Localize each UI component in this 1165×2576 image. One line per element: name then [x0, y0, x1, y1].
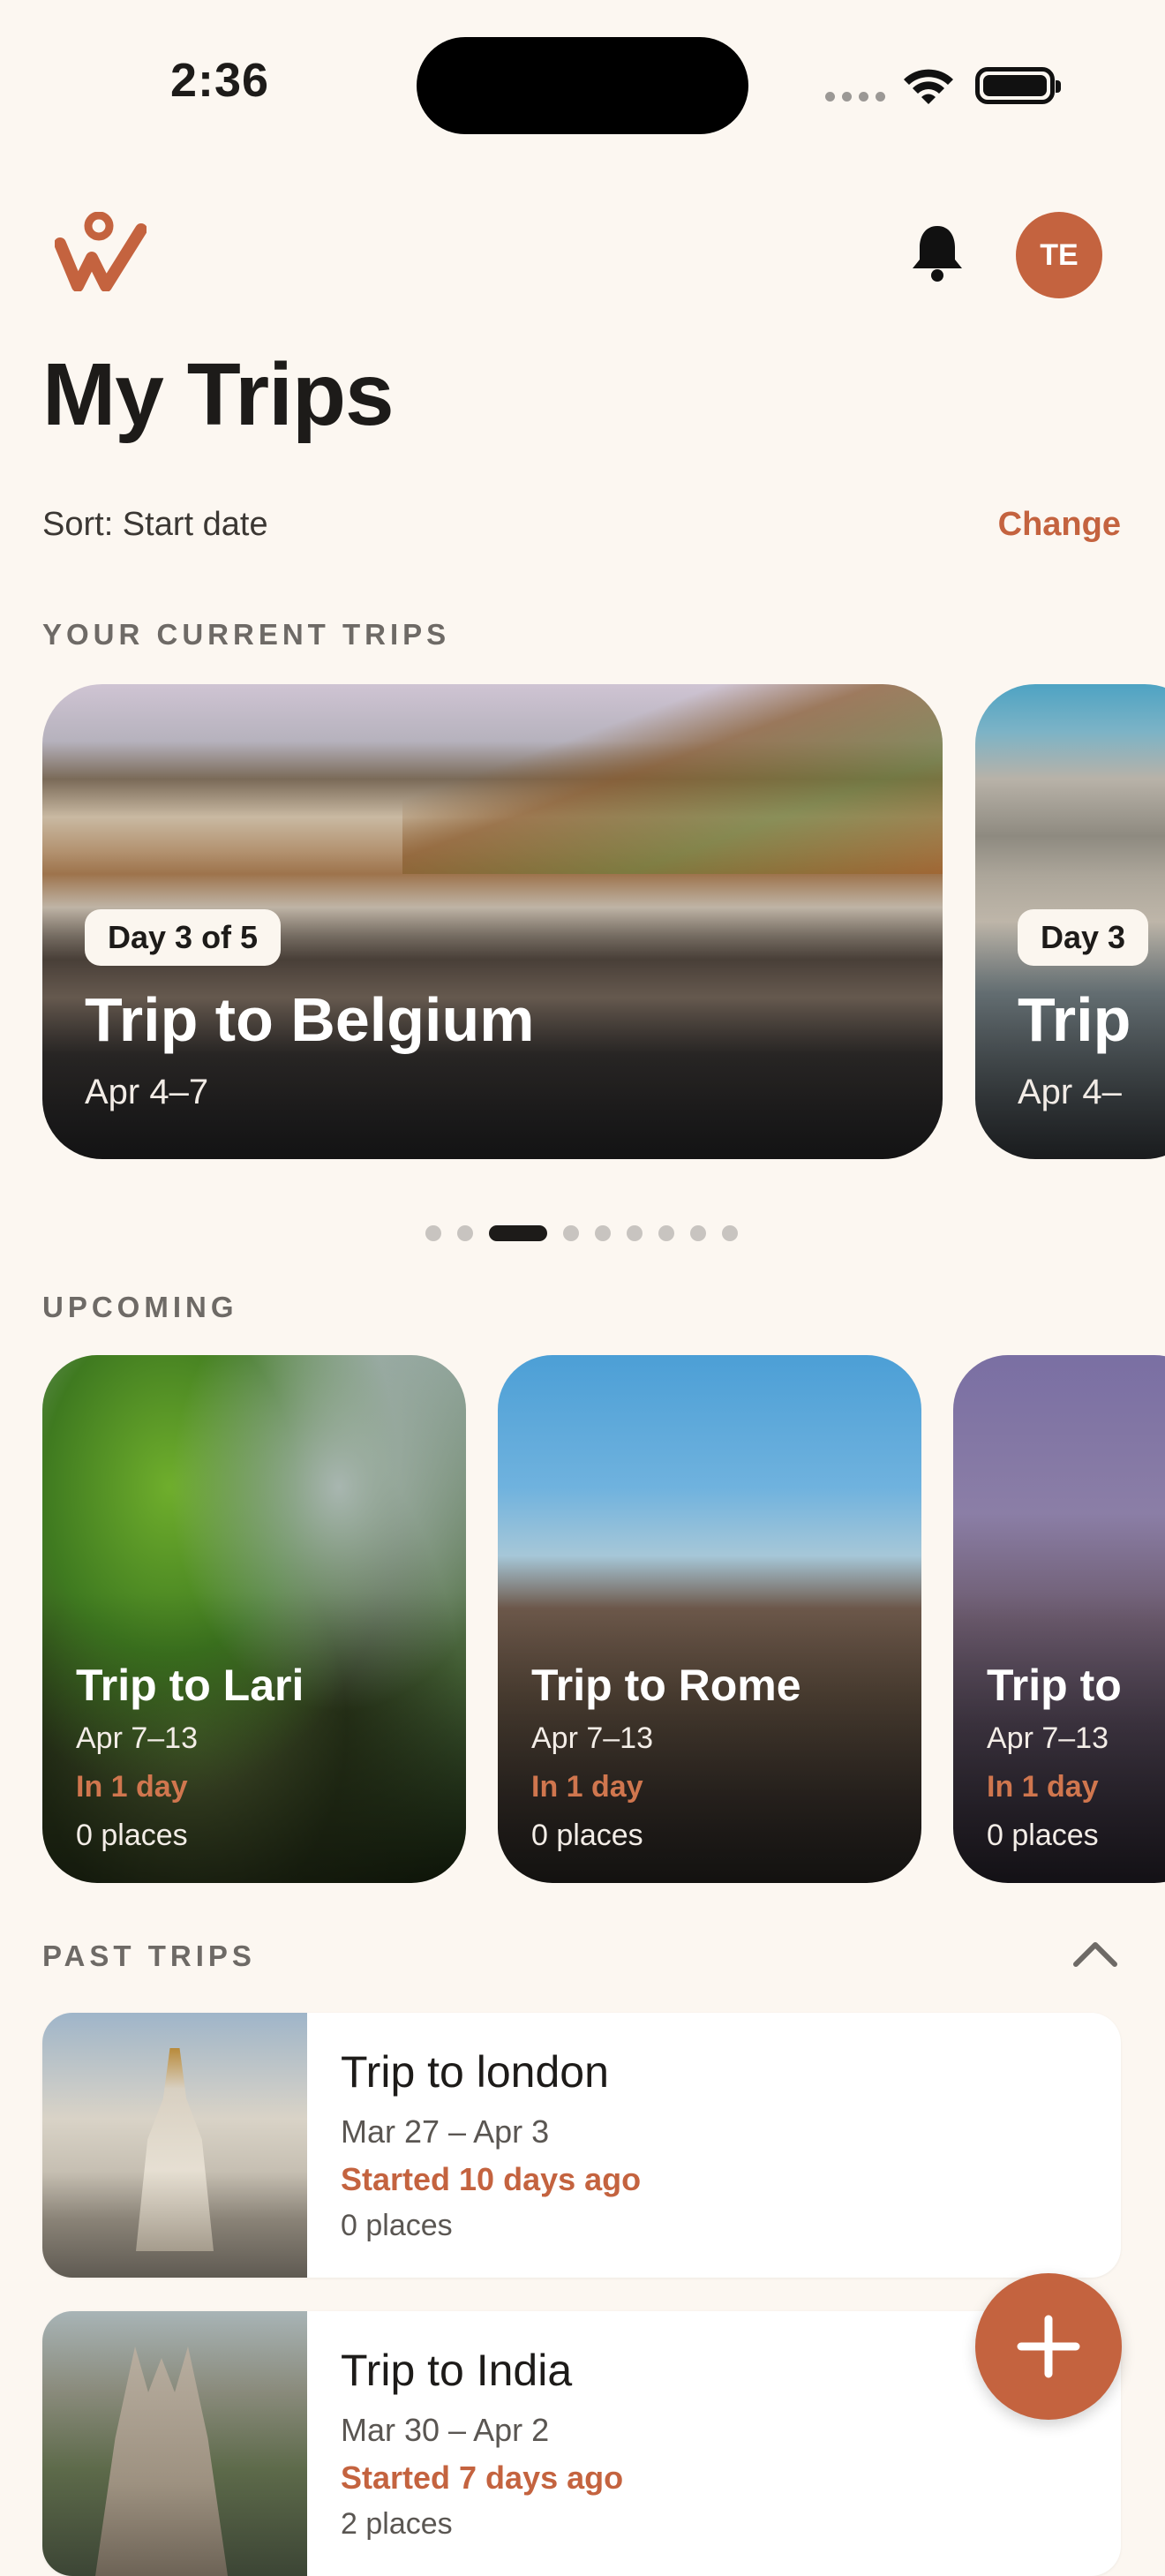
trip-countdown: In 1 day: [987, 1770, 1099, 1804]
trip-dates: Apr 7–13: [76, 1721, 198, 1755]
trip-countdown: In 1 day: [76, 1770, 188, 1804]
section-current-trips: YOUR CURRENT TRIPS: [42, 618, 451, 651]
carousel-pagination[interactable]: [425, 1225, 738, 1241]
trip-thumbnail: [42, 2311, 307, 2576]
day-progress-badge: Day 3 of 5: [85, 909, 282, 966]
sort-label: Sort: Start date: [42, 506, 268, 543]
change-sort-button[interactable]: Change: [998, 506, 1121, 544]
trip-thumbnail: [42, 2013, 307, 2278]
trip-places-count: 0 places: [987, 1819, 1099, 1852]
trip-places-count: 0 places: [76, 1819, 188, 1852]
dynamic-island: [417, 37, 748, 134]
carousel-dot[interactable]: [595, 1225, 611, 1241]
trip-dates: Apr 7–13: [531, 1721, 653, 1755]
trip-title: Trip to India: [341, 2346, 573, 2395]
bell-icon[interactable]: [909, 222, 966, 282]
section-upcoming: UPCOMING: [42, 1291, 238, 1323]
trip-dates: Apr 7–13: [987, 1721, 1109, 1755]
upcoming-trip-card[interactable]: Trip to Lari Apr 7–13 In 1 day 0 places: [42, 1355, 466, 1883]
carousel-dot[interactable]: [627, 1225, 643, 1241]
section-past-trips: PAST TRIPS: [42, 1940, 256, 1972]
wifi-icon: [904, 69, 953, 104]
add-trip-button[interactable]: [975, 2273, 1122, 2420]
carousel-dot[interactable]: [690, 1225, 706, 1241]
trip-title: Trip to Belgium: [85, 985, 535, 1054]
trip-dates: Mar 27 – Apr 3: [341, 2113, 550, 2150]
trip-title: Trip to: [987, 1661, 1122, 1710]
trip-title: Trip to Rome: [531, 1661, 801, 1710]
trip-countdown: In 1 day: [531, 1770, 643, 1804]
app-logo-icon[interactable]: [55, 212, 147, 291]
carousel-dot[interactable]: [563, 1225, 579, 1241]
past-trip-card[interactable]: Trip to london Mar 27 – Apr 3 Started 10…: [42, 2013, 1121, 2278]
day-progress-badge: Day 3: [1018, 909, 1149, 966]
current-trip-card[interactable]: Day 3 of 5 Trip to Belgium Apr 4–7: [42, 684, 943, 1159]
cellular-signal-icon: [825, 92, 885, 102]
trip-places-count: 2 places: [341, 2507, 453, 2541]
carousel-dot[interactable]: [457, 1225, 473, 1241]
upcoming-trip-card[interactable]: Trip to Rome Apr 7–13 In 1 day 0 places: [498, 1355, 921, 1883]
status-time: 2:36: [170, 54, 270, 107]
carousel-dot[interactable]: [489, 1225, 547, 1241]
chevron-up-icon[interactable]: [1071, 1936, 1120, 1971]
trip-dates: Apr 4–7: [85, 1073, 209, 1111]
trip-started-status: Started 7 days ago: [341, 2459, 624, 2496]
carousel-dot[interactable]: [722, 1225, 738, 1241]
trip-dates: Mar 30 – Apr 2: [341, 2412, 550, 2448]
trip-title: Trip to Lari: [76, 1661, 304, 1710]
trip-places-count: 0 places: [341, 2209, 453, 2242]
past-trip-card[interactable]: Trip to India Mar 30 – Apr 2 Started 7 d…: [42, 2311, 1121, 2576]
battery-icon: [975, 67, 1061, 104]
plus-icon: [1017, 2315, 1080, 2378]
current-trip-card[interactable]: Day 3 Trip Apr 4–: [975, 684, 1165, 1159]
user-avatar[interactable]: TE: [1016, 212, 1102, 298]
upcoming-trip-card[interactable]: Trip to Apr 7–13 In 1 day 0 places: [953, 1355, 1165, 1883]
page-title: My Trips: [42, 345, 395, 444]
trip-title: Trip: [1018, 985, 1131, 1054]
trip-photo: [402, 684, 943, 875]
trip-started-status: Started 10 days ago: [341, 2161, 642, 2197]
trip-dates: Apr 4–: [1018, 1073, 1122, 1111]
carousel-dot[interactable]: [658, 1225, 674, 1241]
trip-places-count: 0 places: [531, 1819, 643, 1852]
carousel-dot[interactable]: [425, 1225, 441, 1241]
trip-title: Trip to london: [341, 2047, 609, 2097]
